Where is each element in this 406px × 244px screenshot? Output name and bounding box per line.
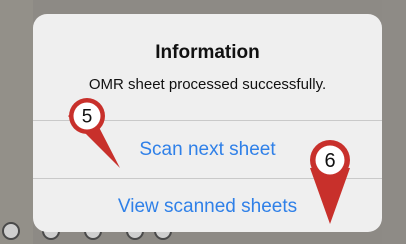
radio-circle xyxy=(2,222,20,240)
pin-icon: 6 xyxy=(310,140,350,224)
background-right-edge xyxy=(382,0,406,244)
dialog-message: OMR sheet processed successfully. xyxy=(88,76,327,93)
marker-number: 6 xyxy=(324,150,335,172)
marker-number: 5 xyxy=(82,107,93,128)
background-left-edge xyxy=(0,0,33,244)
map-pin-marker-6: 6 xyxy=(300,136,360,228)
map-pin-marker-5: 5 xyxy=(60,94,130,174)
dialog-title: Information xyxy=(155,42,260,63)
pin-icon: 5 xyxy=(68,98,120,168)
